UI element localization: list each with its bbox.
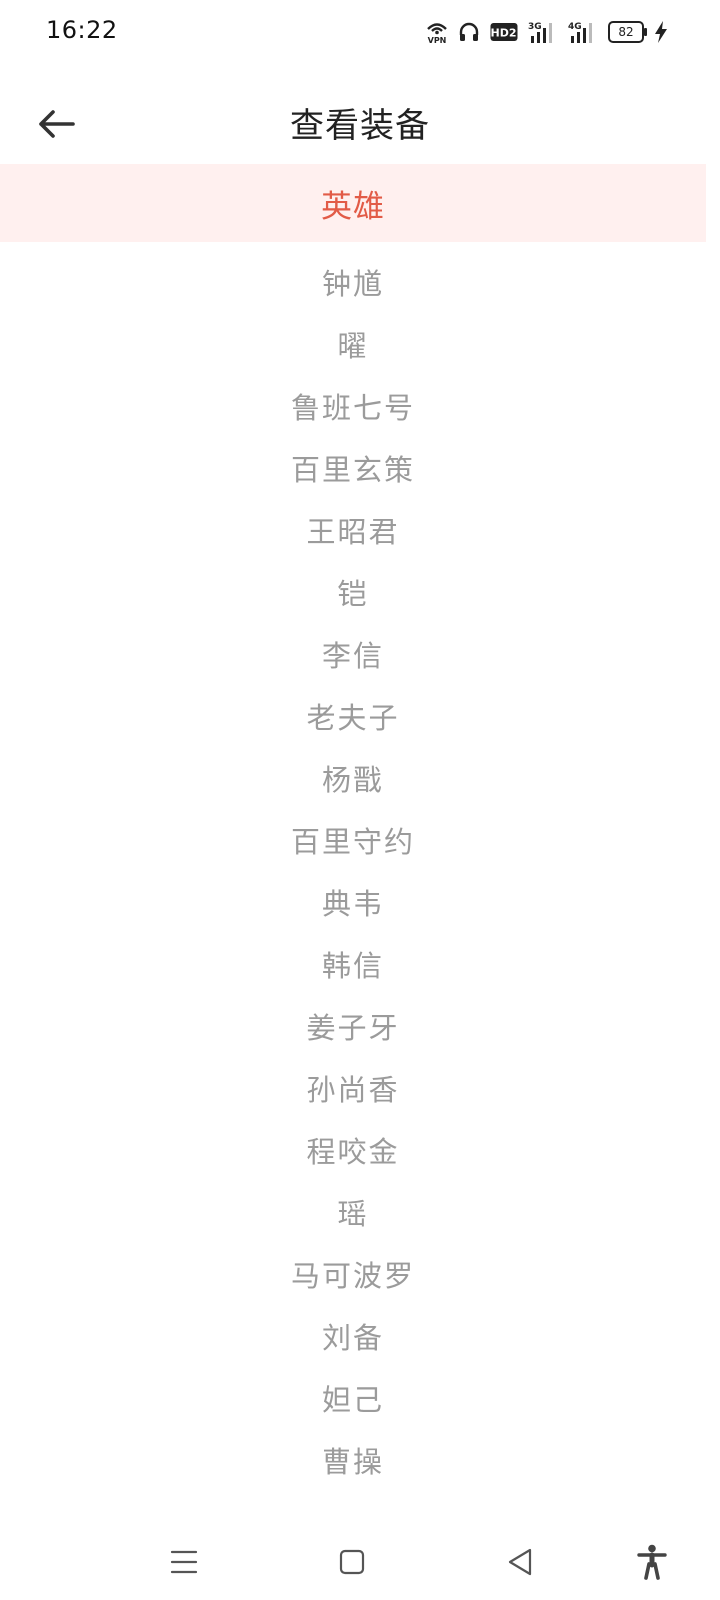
signal-4g-icon: 4G	[568, 20, 598, 44]
hero-list-item[interactable]: 李信	[0, 625, 706, 687]
status-icons: VPN HD2 3G 4G 82	[426, 18, 668, 46]
system-nav-bar	[0, 1520, 720, 1600]
hero-list-item[interactable]: 铠	[0, 563, 706, 625]
hero-list-item[interactable]: 刘备	[0, 1307, 706, 1369]
svg-text:3G: 3G	[528, 22, 542, 32]
charging-icon	[654, 20, 668, 44]
hero-list-item[interactable]: 杨戬	[0, 749, 706, 811]
hero-list-item[interactable]: 程咬金	[0, 1121, 706, 1183]
signal-3g-icon: 3G	[528, 20, 558, 44]
hero-list-item[interactable]: 韩信	[0, 935, 706, 997]
accessibility-icon	[637, 1544, 667, 1580]
status-time: 16:22	[46, 16, 118, 44]
hero-list-item[interactable]: 瑶	[0, 1183, 706, 1245]
status-bar: 16:22 VPN HD2 3G 4G 82	[0, 0, 720, 64]
menu-icon	[170, 1550, 198, 1574]
svg-text:4G: 4G	[568, 22, 582, 32]
hero-list-item[interactable]: 孙尚香	[0, 1059, 706, 1121]
hero-list-item[interactable]: 百里玄策	[0, 439, 706, 501]
vpn-icon: VPN	[426, 20, 448, 44]
home-icon	[339, 1549, 365, 1575]
page-title: 查看装备	[290, 106, 430, 146]
hero-list-item[interactable]: 妲己	[0, 1369, 706, 1431]
hero-list-item[interactable]: 曜	[0, 315, 706, 377]
headset-icon	[458, 21, 480, 43]
hero-list: 钟馗 曜 鲁班七号 百里玄策 王昭君 铠 李信 老夫子 杨戬 百里守约 典韦 韩…	[0, 253, 706, 1493]
category-label: 英雄	[321, 188, 385, 225]
hero-list-item[interactable]: 曹操	[0, 1431, 706, 1493]
hero-list-item[interactable]: 典韦	[0, 873, 706, 935]
hero-list-item[interactable]: 王昭君	[0, 501, 706, 563]
hero-list-item[interactable]: 鲁班七号	[0, 377, 706, 439]
hero-list-item[interactable]: 钟馗	[0, 253, 706, 315]
accessibility-button[interactable]	[630, 1540, 674, 1584]
category-tab-heroes[interactable]: 英雄	[0, 164, 706, 242]
hd2-icon: HD2	[490, 22, 518, 42]
system-back-button[interactable]	[498, 1540, 542, 1584]
hero-list-item[interactable]: 姜子牙	[0, 997, 706, 1059]
svg-text:HD2: HD2	[491, 27, 517, 40]
hero-list-item[interactable]: 老夫子	[0, 687, 706, 749]
hero-list-item[interactable]: 马可波罗	[0, 1245, 706, 1307]
recent-apps-button[interactable]	[162, 1540, 206, 1584]
back-triangle-icon	[508, 1548, 532, 1576]
screen: 16:22 VPN HD2 3G 4G 82 查看装备 英雄 钟馗 曜 鲁班七号…	[0, 0, 720, 1600]
svg-text:VPN: VPN	[428, 36, 447, 44]
battery-icon: 82	[608, 21, 647, 43]
hero-list-item[interactable]: 百里守约	[0, 811, 706, 873]
app-header: 查看装备	[0, 84, 720, 164]
home-button[interactable]	[330, 1540, 374, 1584]
